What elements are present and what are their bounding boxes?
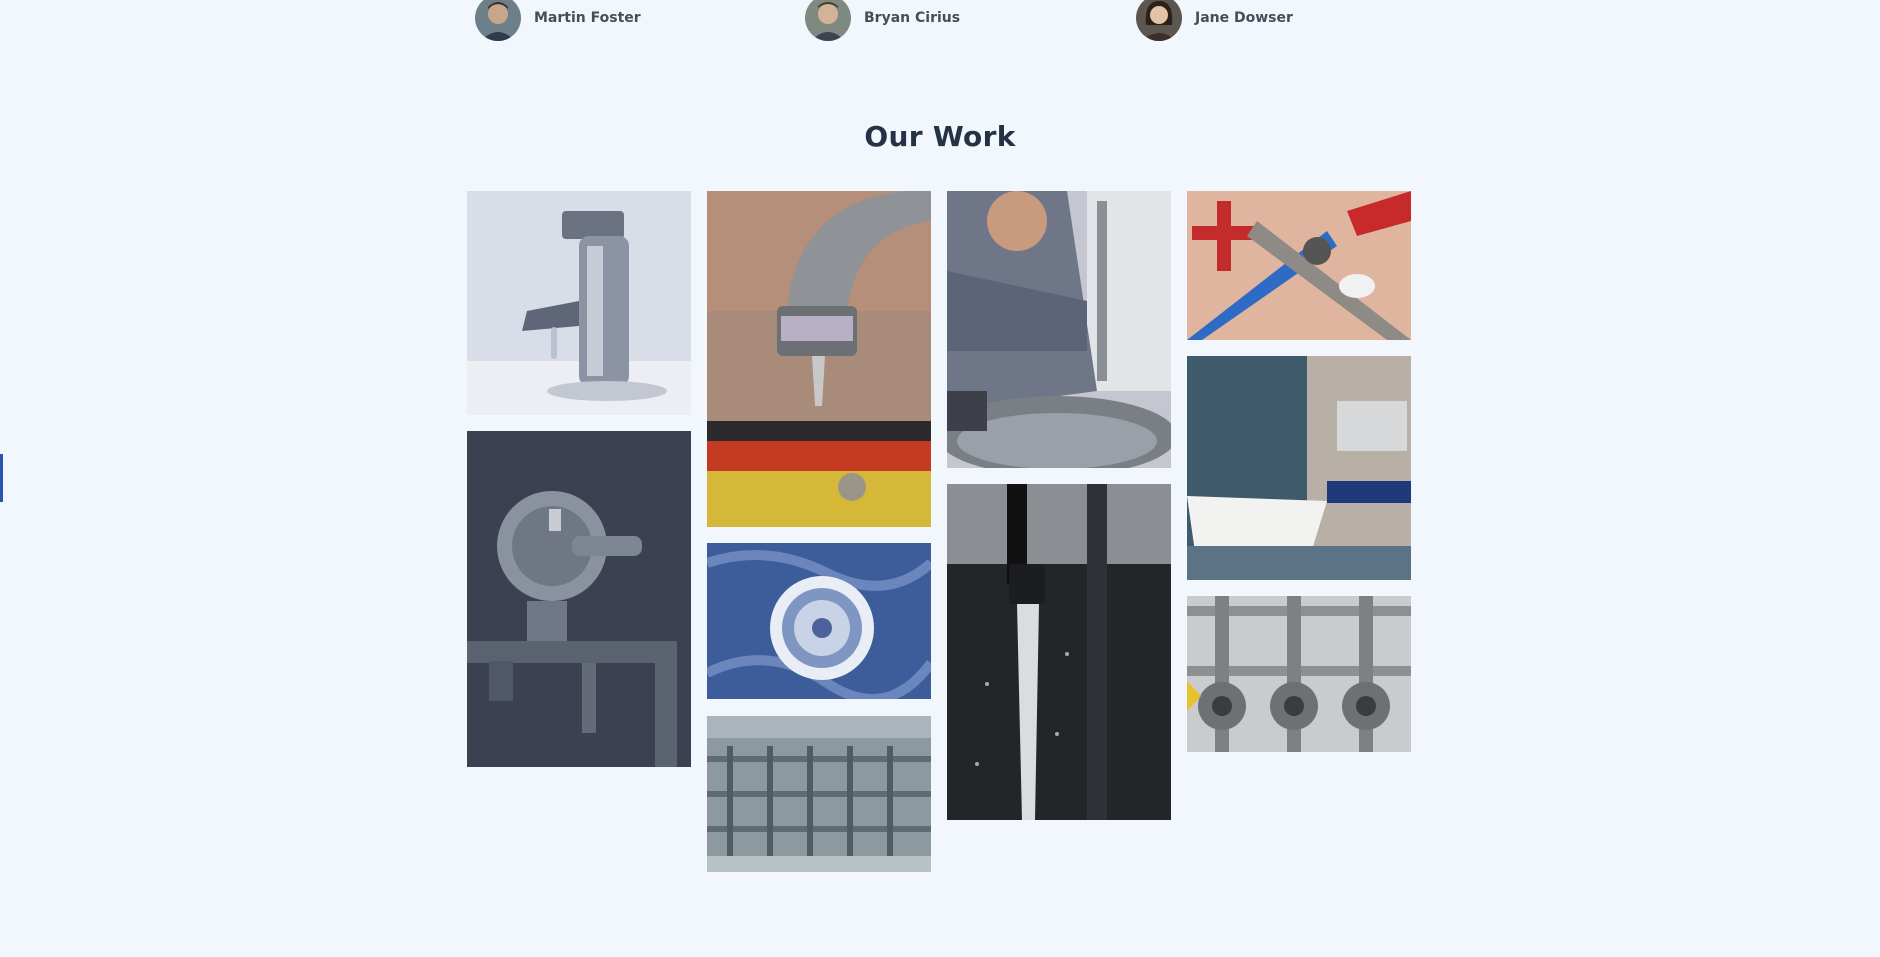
avatar bbox=[805, 0, 851, 41]
team-member-martin-foster: Martin Foster bbox=[475, 0, 641, 44]
section-title-our-work: Our Work bbox=[864, 120, 1016, 153]
work-photo-industrial-valves[interactable] bbox=[1187, 596, 1411, 752]
team-member-bryan-cirius: Bryan Cirius bbox=[805, 0, 960, 44]
team-strip: Martin Foster Bryan Cirius Jane Dowser bbox=[475, 0, 1435, 44]
member-name: Jane Dowser bbox=[1195, 10, 1293, 26]
work-photo-running-water[interactable] bbox=[947, 484, 1171, 820]
member-name: Bryan Cirius bbox=[864, 10, 961, 26]
side-feedback-tab[interactable] bbox=[0, 454, 3, 502]
work-photo-gas-regulator[interactable] bbox=[467, 431, 691, 767]
work-photo-dripping-faucet[interactable] bbox=[467, 191, 691, 415]
avatar bbox=[475, 0, 521, 41]
avatar bbox=[1136, 0, 1182, 41]
work-photo-pipe-manifold[interactable] bbox=[707, 716, 931, 872]
work-photo-faucet-drop-closeup[interactable] bbox=[707, 191, 931, 527]
member-name: Martin Foster bbox=[534, 10, 641, 26]
work-photo-pipe-wrenches[interactable] bbox=[1187, 191, 1411, 340]
team-member-jane-dowser: Jane Dowser bbox=[1136, 0, 1293, 44]
work-photo-plumber-fixing-tap[interactable] bbox=[947, 191, 1171, 468]
work-photo-sink-drain[interactable] bbox=[707, 543, 931, 699]
work-photo-bathroom-bathtub[interactable] bbox=[1187, 356, 1411, 580]
